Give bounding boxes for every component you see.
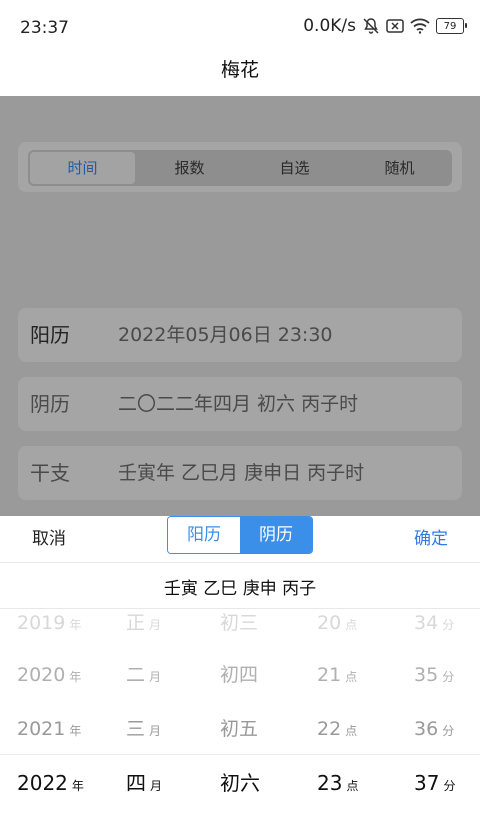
year-option[interactable]: 2020 年 — [17, 648, 81, 702]
title-bar: 梅花 — [0, 52, 480, 96]
day-option[interactable]: 初五 — [220, 702, 258, 756]
year-option[interactable]: 2019 年 — [17, 596, 81, 650]
toggle-lunar[interactable]: 阴历 — [240, 517, 312, 553]
solar-date-label: 阳历 — [30, 323, 70, 347]
tab-custom[interactable]: 自选 — [242, 150, 347, 186]
ganzhi-row: 干支 壬寅年 乙巳月 庚申日 丙子时 — [18, 446, 462, 500]
mode-tabs: 时间 报数 自选 随机 — [18, 142, 462, 192]
sim-off-icon — [386, 19, 404, 33]
month-option-selected[interactable]: 四月 — [126, 756, 162, 810]
page-title: 梅花 — [220, 59, 259, 81]
tab-random[interactable]: 随机 — [347, 150, 452, 186]
net-speed: 0.0K/s — [303, 16, 356, 36]
calendar-type-toggle: 阳历 阴历 — [167, 516, 313, 554]
minute-option-selected[interactable]: 37 分 — [414, 756, 455, 810]
year-option[interactable]: 2021 年 — [17, 702, 81, 756]
toggle-solar[interactable]: 阳历 — [168, 517, 240, 553]
solar-date-row[interactable]: 阳历 2022年05月06日 23:30 — [18, 308, 462, 362]
month-option[interactable]: 二月 — [126, 648, 161, 702]
hour-option-selected[interactable]: 23 点 — [317, 756, 358, 810]
month-option[interactable]: 三月 — [126, 702, 161, 756]
hour-wheel[interactable]: 20 点 21 点 22 点 23 点 — [317, 608, 367, 800]
ganzhi-value: 壬寅年 乙巳月 庚申日 丙子时 — [118, 462, 365, 484]
day-option[interactable]: 初四 — [220, 648, 258, 702]
hour-option[interactable]: 20 点 — [317, 596, 357, 650]
picker-toolbar: 取消 阳历 阴历 确定 — [0, 516, 480, 562]
lunar-date-value: 二〇二二年四月 初六 丙子时 — [118, 393, 359, 415]
ganzhi-label: 干支 — [30, 461, 70, 485]
year-wheel[interactable]: 2019 年 2020 年 2021 年 2022 年 — [17, 608, 87, 800]
status-bar: 23:37 0.0K/s 79 — [0, 0, 480, 52]
lunar-date-label: 阴历 — [30, 392, 70, 416]
mode-tabs-inner: 时间 报数 自选 随机 — [28, 150, 452, 186]
minute-option[interactable]: 35 分 — [414, 648, 454, 702]
minute-option[interactable]: 34 分 — [414, 596, 454, 650]
day-option-selected[interactable]: 初六 — [220, 756, 260, 810]
mute-icon — [363, 18, 379, 34]
month-option[interactable]: 正月 — [126, 596, 161, 650]
minute-wheel[interactable]: 34 分 35 分 36 分 37 分 — [414, 608, 464, 800]
hour-option[interactable]: 21 点 — [317, 648, 357, 702]
battery-icon: 79 — [436, 18, 467, 34]
lunar-date-row: 阴历 二〇二二年四月 初六 丙子时 — [18, 377, 462, 431]
status-time: 23:37 — [20, 18, 69, 38]
day-option[interactable]: 初三 — [220, 596, 258, 650]
cancel-button[interactable]: 取消 — [32, 516, 66, 562]
year-option-selected[interactable]: 2022 年 — [17, 756, 84, 810]
tab-report-number[interactable]: 报数 — [137, 150, 242, 186]
tab-time[interactable]: 时间 — [30, 152, 135, 184]
wifi-icon — [410, 18, 430, 34]
toolbar-divider — [0, 562, 480, 563]
wheel-picker[interactable]: 2019 年 2020 年 2021 年 2022 年 正月 二月 三月 四月 初三 初… — [0, 608, 480, 800]
solar-date-value: 2022年05月06日 23:30 — [118, 324, 333, 346]
day-wheel[interactable]: 初三 初四 初五 初六 — [220, 608, 270, 800]
confirm-button[interactable]: 确定 — [414, 516, 448, 562]
month-wheel[interactable]: 正月 二月 三月 四月 — [126, 608, 176, 800]
hour-option[interactable]: 22 点 — [317, 702, 357, 756]
status-icons: 0.0K/s 79 — [303, 16, 467, 36]
minute-option[interactable]: 36 分 — [414, 702, 454, 756]
date-picker-sheet: 取消 阳历 阴历 确定 壬寅 乙巳 庚申 丙子 2019 年 2020 年 2021… — [0, 516, 480, 800]
